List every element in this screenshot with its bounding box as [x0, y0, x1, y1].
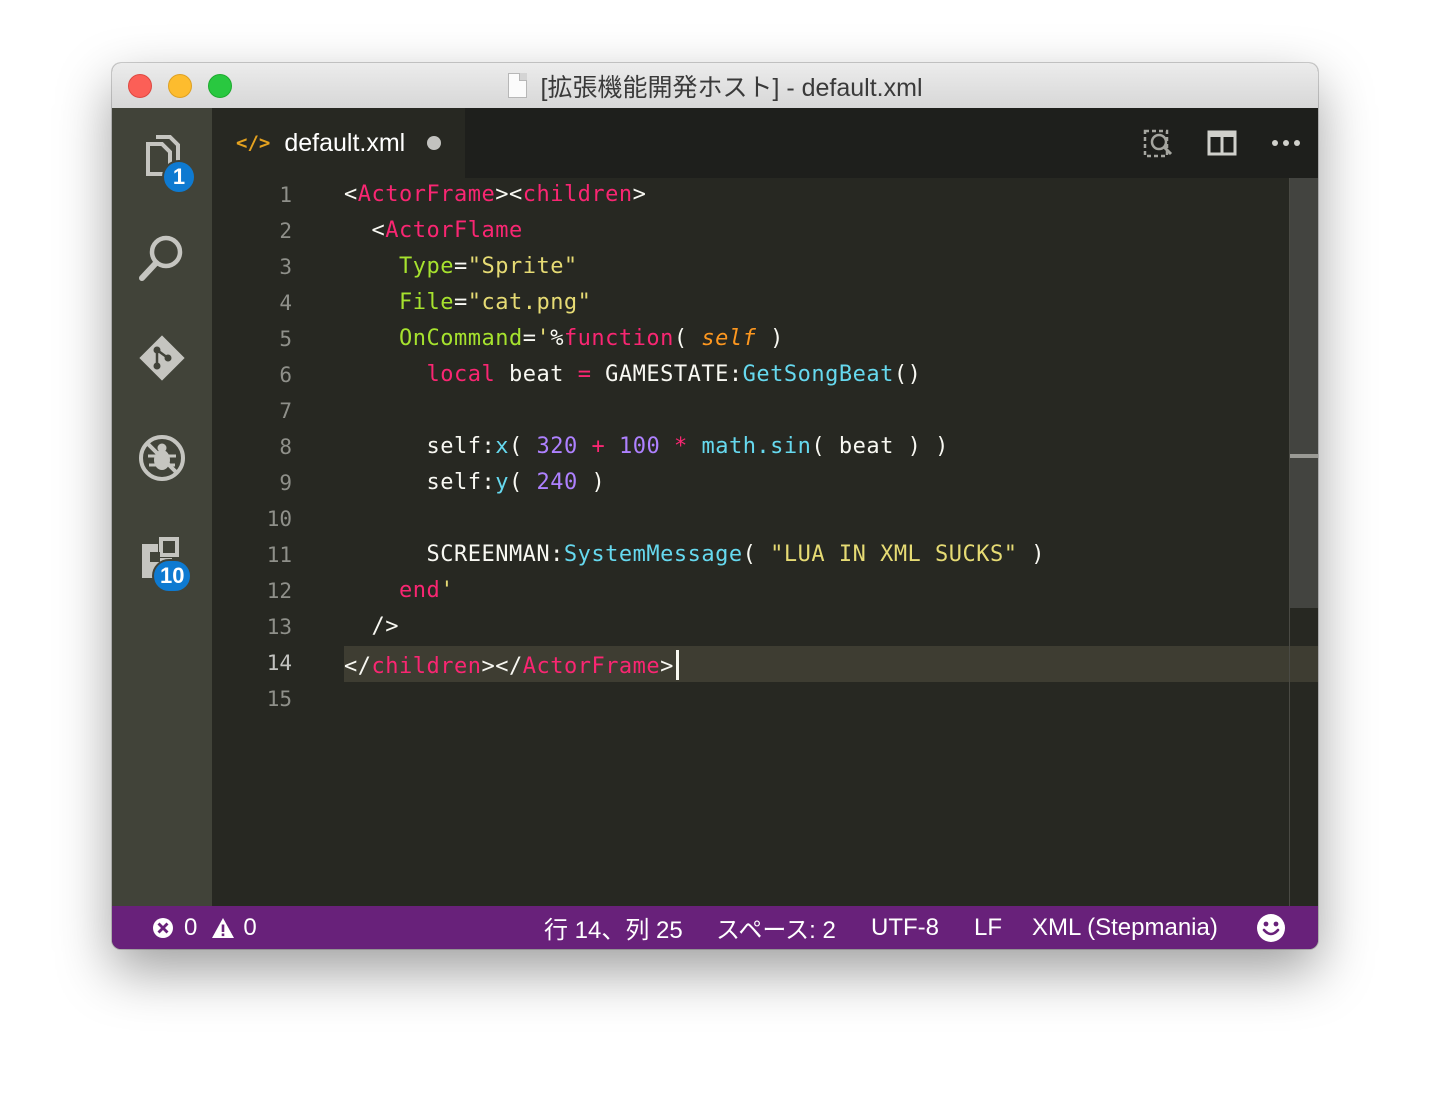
scrollbar-cursor-marker	[1290, 454, 1318, 458]
warning-count: 0	[243, 913, 257, 941]
explorer-badge: 1	[162, 160, 196, 194]
line-number: 9	[279, 471, 292, 495]
search-icon	[139, 235, 183, 281]
vertical-scrollbar[interactable]	[1289, 178, 1318, 906]
line-code: OnCommand='%function( self )	[344, 326, 784, 351]
open-preview-icon	[1143, 129, 1173, 158]
extensions-badge: 10	[152, 559, 193, 593]
line-code: <ActorFlame	[344, 218, 523, 243]
line-code: local beat = GAMESTATE:GetSongBeat()	[344, 362, 922, 387]
code-line: 8 self:x( 320 + 100 * math.sin( beat ) )	[212, 430, 1318, 466]
code-line: 3 Type="Sprite"	[212, 250, 1318, 286]
error-icon	[153, 917, 173, 938]
window-title-text: [拡張機能開発ホスト] - default.xml	[540, 73, 923, 102]
encoding[interactable]: UTF-8	[871, 906, 939, 949]
title-bar: [拡張機能開発ホスト] - default.xml	[112, 63, 1318, 109]
status-bar: 0 0 行 14、列 25 スペース: 2 UTF-8 LF XML (Step…	[112, 906, 1318, 949]
end-of-line[interactable]: LF	[974, 906, 1002, 949]
line-code: File="cat.png"	[344, 290, 592, 315]
line-number: 1	[279, 183, 292, 207]
split-editor-button[interactable]	[1190, 108, 1254, 178]
line-number: 14	[266, 651, 292, 675]
split-editor-icon	[1207, 130, 1237, 156]
line-number: 4	[279, 291, 292, 315]
cursor-position[interactable]: 行 14、列 25	[544, 906, 683, 949]
indentation[interactable]: スペース: 2	[716, 906, 836, 949]
code-line: 10	[212, 502, 1318, 538]
line-number: 2	[279, 219, 292, 243]
current-line: 14 </children></ActorFrame>	[212, 646, 1318, 682]
code-line: 2 <ActorFlame	[212, 214, 1318, 250]
line-number: 12	[266, 579, 292, 603]
line-number: 7	[279, 399, 292, 423]
debug-icon	[139, 435, 185, 481]
line-code: self:x( 320 + 100 * math.sin( beat ) )	[344, 434, 949, 459]
line-code: Type="Sprite"	[344, 254, 578, 279]
code-line: 5 OnCommand='%function( self )	[212, 322, 1318, 358]
warning-icon	[212, 917, 235, 938]
code-line: 13 />	[212, 610, 1318, 646]
code-editor[interactable]: 1 <ActorFrame><children> 2 <ActorFlame 3…	[212, 178, 1318, 906]
line-code: end'	[344, 578, 454, 603]
editor-window: [拡張機能開発ホスト] - default.xml 1 10 </> defau…	[112, 63, 1318, 949]
error-count: 0	[184, 913, 198, 941]
activity-search[interactable]	[134, 230, 190, 286]
text-cursor	[675, 650, 679, 680]
line-code: SCREENMAN:SystemMessage( "LUA IN XML SUC…	[344, 542, 1046, 567]
document-icon	[507, 73, 527, 98]
line-number: 5	[279, 327, 292, 351]
xml-file-icon: </>	[236, 132, 271, 154]
editor-actions	[1126, 108, 1318, 178]
smiley-icon	[1257, 913, 1285, 942]
code-line: 6 local beat = GAMESTATE:GetSongBeat()	[212, 358, 1318, 394]
more-icon	[1272, 140, 1300, 146]
tab-default-xml[interactable]: </> default.xml	[212, 108, 465, 178]
feedback-button[interactable]	[1256, 906, 1286, 949]
code-line: 4 File="cat.png"	[212, 286, 1318, 322]
problems-indicator[interactable]: 0 0	[152, 906, 257, 949]
code-line: 7	[212, 394, 1318, 430]
line-code: />	[344, 614, 399, 639]
scrollbar-thumb[interactable]	[1290, 178, 1318, 608]
line-number: 13	[266, 615, 292, 639]
activity-source-control[interactable]	[134, 330, 190, 386]
unsaved-dot-icon[interactable]	[427, 136, 442, 150]
code-line: 12 end'	[212, 574, 1318, 610]
code-line: 1 <ActorFrame><children>	[212, 178, 1318, 214]
line-number: 6	[279, 363, 292, 387]
line-code: <ActorFrame><children>	[344, 182, 647, 207]
line-code: </children></ActorFrame>	[344, 650, 679, 680]
line-number: 3	[279, 255, 292, 279]
line-number: 11	[266, 543, 292, 567]
code-line: 15	[212, 682, 1318, 718]
more-actions-button[interactable]	[1254, 108, 1318, 178]
line-number: 15	[266, 687, 292, 711]
line-number: 10	[266, 507, 292, 531]
window-title: [拡張機能開発ホスト] - default.xml	[112, 63, 1318, 108]
tab-bar: </> default.xml	[212, 108, 1318, 178]
tab-label: default.xml	[284, 128, 406, 157]
line-number: 8	[279, 435, 292, 459]
code-line: 9 self:y( 240 )	[212, 466, 1318, 502]
language-mode[interactable]: XML (Stepmania)	[1032, 906, 1218, 949]
git-icon	[139, 335, 185, 381]
line-code: self:y( 240 )	[344, 470, 606, 495]
activity-debug[interactable]	[134, 430, 190, 486]
activity-bar: 1 10	[112, 108, 212, 906]
open-preview-button[interactable]	[1126, 108, 1190, 178]
code-line: 11 SCREENMAN:SystemMessage( "LUA IN XML …	[212, 538, 1318, 574]
